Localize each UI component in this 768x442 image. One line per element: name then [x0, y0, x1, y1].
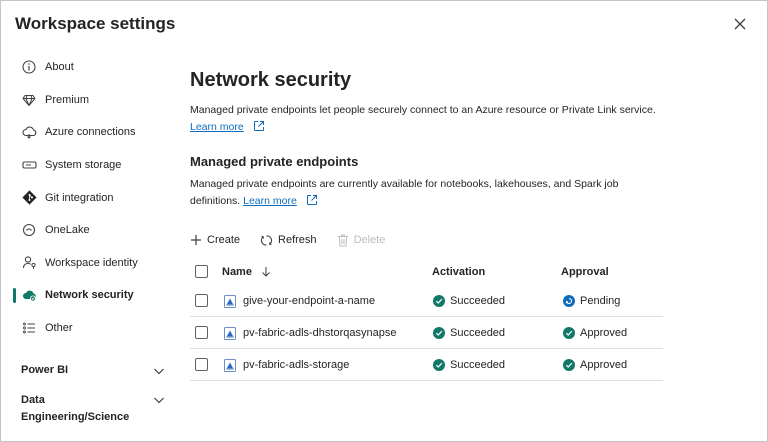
group-label: Data Engineering/Science: [21, 394, 130, 423]
sidebar-item-label: Azure connections: [45, 126, 136, 139]
activation-status: Succeeded: [450, 326, 506, 339]
diamond-icon: [21, 92, 37, 108]
success-check-icon: [433, 326, 445, 339]
approval-status: Approved: [580, 326, 628, 339]
main-panel: Network security Managed private endpoin…: [190, 69, 670, 250]
close-icon[interactable]: [731, 15, 749, 33]
trash-icon: [337, 234, 349, 247]
success-check-icon: [433, 294, 445, 307]
table-row[interactable]: pv-fabric-adls-dhstorqasynapse Succeeded…: [190, 317, 663, 349]
info-icon: [21, 59, 37, 75]
sidebar-item-network-security[interactable]: Network security: [1, 279, 177, 312]
sidebar-item-label: Other: [45, 322, 73, 335]
external-link-icon[interactable]: [253, 120, 265, 138]
sidebar-group-data-engineering[interactable]: Data Engineering/Science: [1, 392, 164, 425]
row-checkbox[interactable]: [195, 358, 208, 371]
sidebar-item-other[interactable]: Other: [1, 312, 177, 345]
sidebar-item-label: Workspace identity: [45, 256, 138, 269]
create-button[interactable]: Create: [190, 234, 240, 246]
learn-more-link[interactable]: Learn more: [190, 121, 244, 133]
network-cloud-icon: [21, 287, 37, 303]
approval-status: Pending: [580, 294, 621, 307]
sidebar-item-label: About: [45, 61, 74, 74]
endpoints-table: Name Activation Approval give-your-endpo…: [190, 258, 663, 381]
workspace-settings-dialog: Workspace settings About Premium Azure c…: [0, 0, 768, 442]
endpoints-toolbar: Create Refresh Delete: [190, 230, 670, 250]
sidebar-item-label: Git integration: [45, 191, 114, 204]
select-all-checkbox[interactable]: [195, 265, 208, 278]
activation-status: Succeeded: [450, 294, 506, 307]
sidebar-item-about[interactable]: About: [1, 51, 177, 84]
section-title: Managed private endpoints: [190, 154, 359, 169]
plus-icon: [190, 234, 202, 246]
approved-check-icon: [563, 358, 575, 371]
storage-icon: [21, 157, 37, 173]
success-check-icon: [433, 358, 445, 371]
table-row[interactable]: pv-fabric-adls-storage Succeeded Approve…: [190, 349, 663, 381]
sidebar-item-workspace-identity[interactable]: Workspace identity: [1, 247, 177, 280]
identity-icon: [21, 255, 37, 271]
column-header-name[interactable]: Name: [222, 258, 271, 285]
sidebar-item-onelake[interactable]: OneLake: [1, 214, 177, 247]
approved-check-icon: [563, 326, 575, 339]
page-title: Network security: [190, 69, 352, 91]
dialog-title: Workspace settings: [15, 14, 176, 33]
approval-status: Approved: [580, 358, 628, 371]
group-label: Power BI: [21, 364, 69, 377]
endpoint-icon: [224, 326, 236, 340]
activation-status: Succeeded: [450, 358, 506, 371]
onelake-icon: [21, 222, 37, 238]
pending-icon: [563, 294, 575, 307]
learn-more-link[interactable]: Learn more: [243, 195, 297, 207]
endpoint-icon: [224, 358, 236, 372]
sidebar-item-label: OneLake: [45, 224, 90, 237]
row-checkbox[interactable]: [195, 326, 208, 339]
sort-arrow-down-icon: [261, 266, 271, 277]
endpoint-icon: [224, 294, 236, 308]
table-row[interactable]: give-your-endpoint-a-name Succeeded Pend…: [190, 285, 663, 317]
settings-sidebar: About Premium Azure connections System s…: [1, 51, 177, 425]
refresh-icon: [260, 234, 273, 247]
sidebar-item-premium[interactable]: Premium: [1, 84, 177, 117]
column-header-approval[interactable]: Approval: [561, 258, 609, 285]
list-icon: [21, 320, 37, 336]
sidebar-group-power-bi[interactable]: Power BI: [1, 360, 177, 380]
endpoint-name: pv-fabric-adls-storage: [243, 358, 350, 371]
page-description: Managed private endpoints let people sec…: [190, 102, 670, 137]
sidebar-item-system-storage[interactable]: System storage: [1, 149, 177, 182]
git-icon: [21, 190, 37, 206]
column-header-activation[interactable]: Activation: [432, 258, 485, 285]
external-link-icon[interactable]: [306, 194, 318, 212]
endpoint-name: give-your-endpoint-a-name: [243, 294, 376, 307]
sidebar-item-label: Network security: [45, 289, 134, 302]
chevron-down-icon: [153, 364, 165, 384]
cloud-icon: [21, 124, 37, 140]
row-checkbox[interactable]: [195, 294, 208, 307]
chevron-down-icon: [153, 394, 165, 412]
endpoint-name: pv-fabric-adls-dhstorqasynapse: [243, 326, 397, 339]
sidebar-item-azure-connections[interactable]: Azure connections: [1, 116, 177, 149]
refresh-button[interactable]: Refresh: [260, 234, 317, 247]
table-header-row: Name Activation Approval: [190, 258, 663, 285]
sidebar-item-label: Premium: [45, 93, 90, 106]
delete-button[interactable]: Delete: [337, 234, 385, 247]
sidebar-item-git-integration[interactable]: Git integration: [1, 181, 177, 214]
section-description: Managed private endpoints are currently …: [190, 176, 670, 211]
sidebar-item-label: System storage: [45, 159, 122, 172]
